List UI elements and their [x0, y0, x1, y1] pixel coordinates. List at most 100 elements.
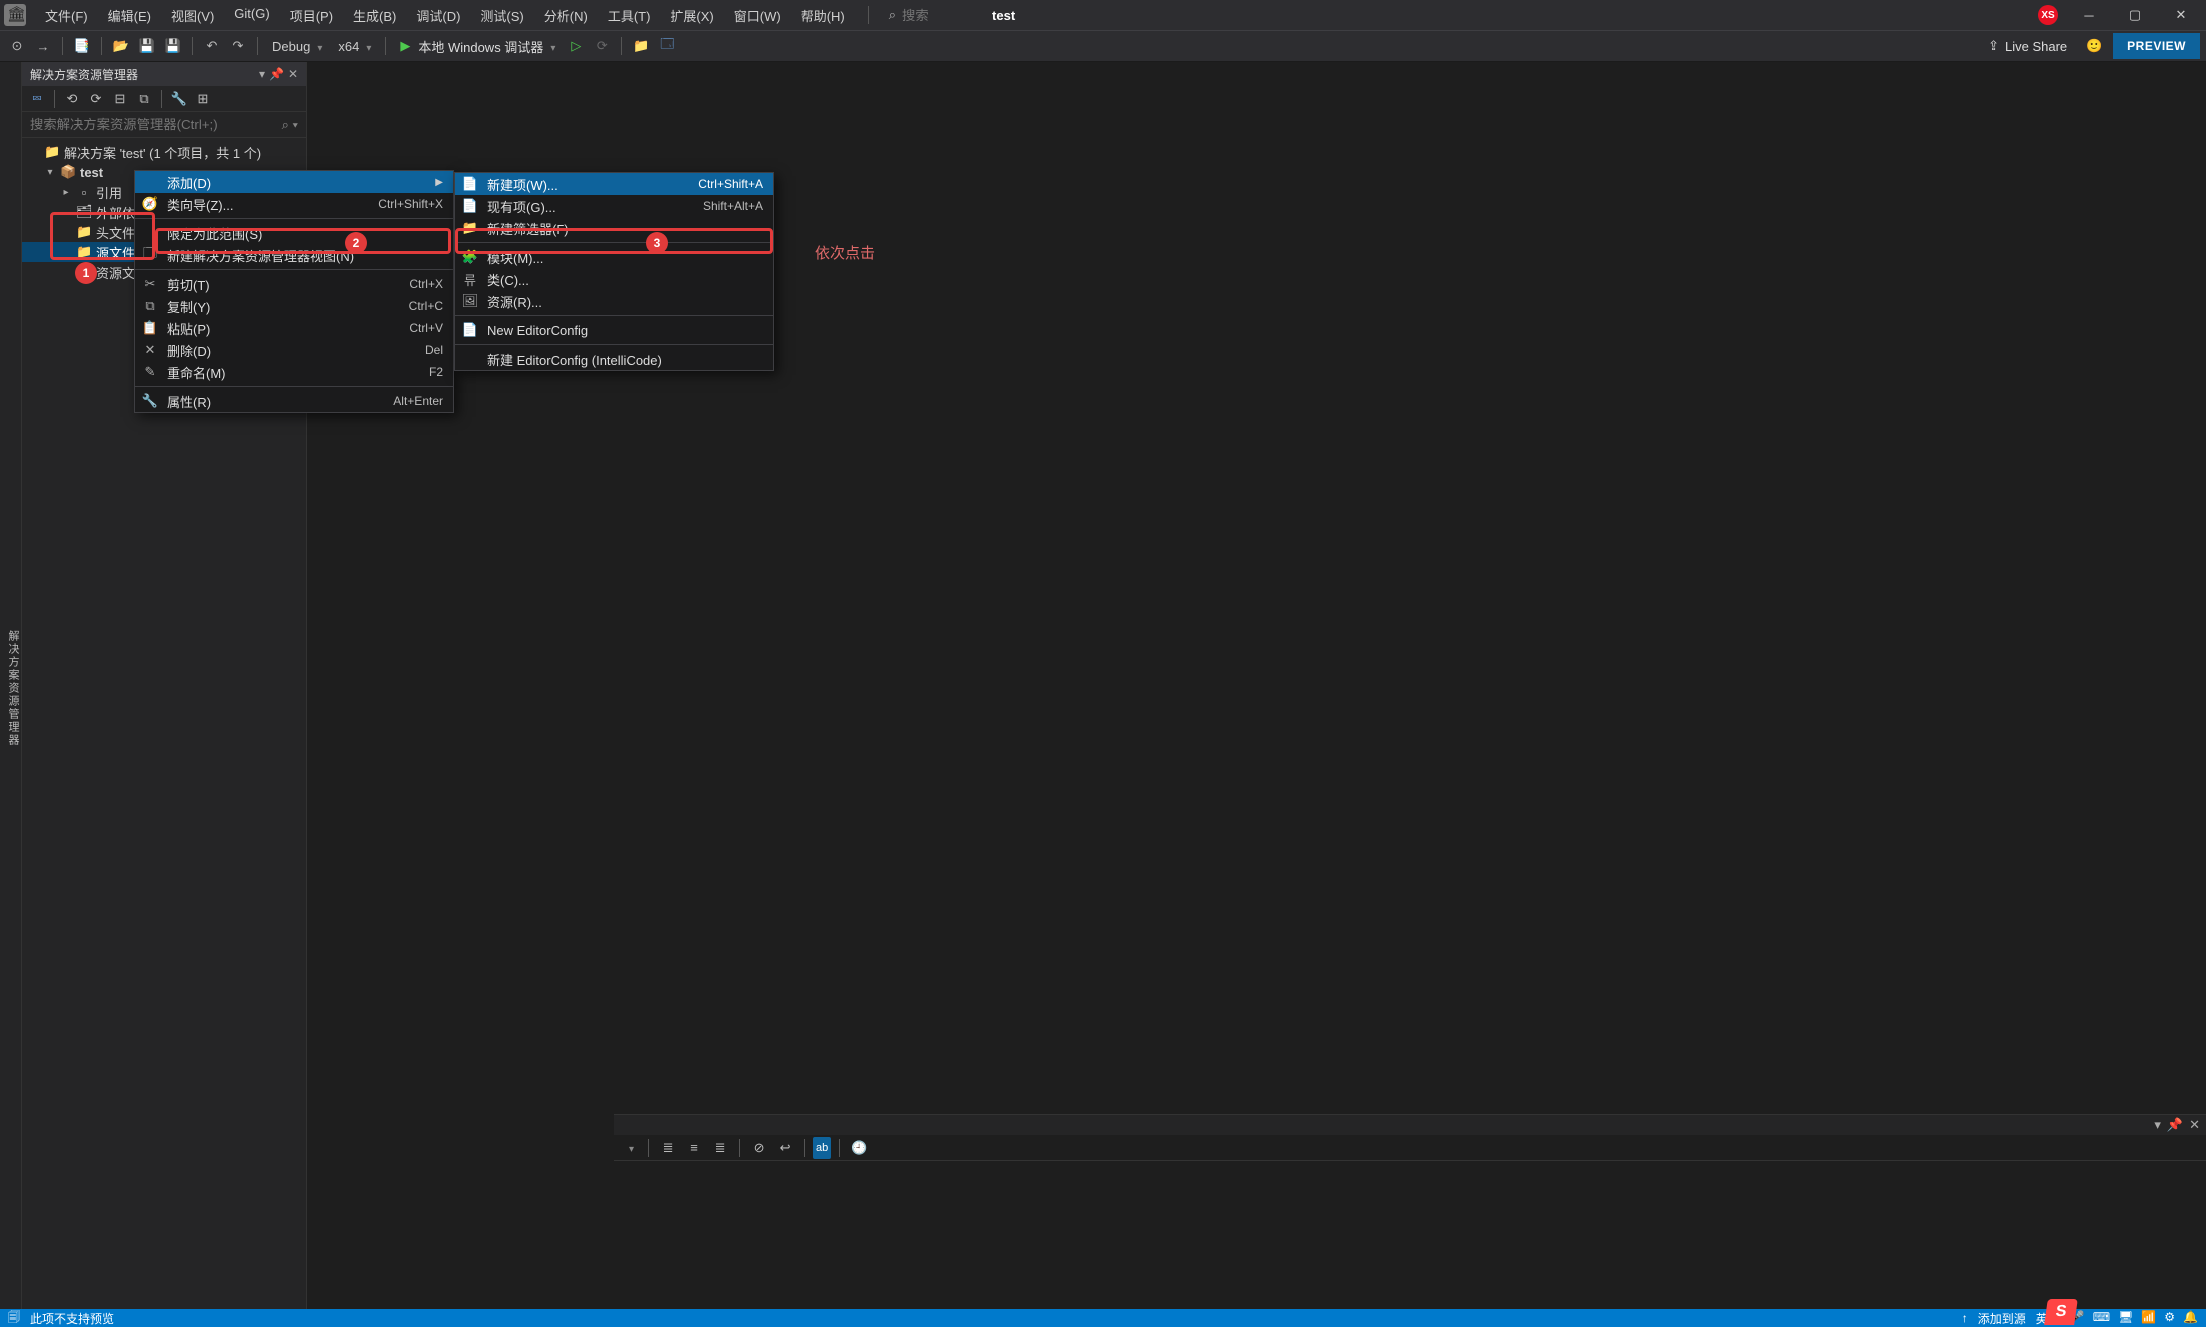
menu-项目(P)[interactable]: 项目(P) — [281, 2, 342, 29]
output-btn-1[interactable]: ≣ — [657, 1137, 679, 1159]
preview-toggle-button[interactable]: ⊞ — [192, 88, 214, 110]
panel-close-icon[interactable]: ✕ — [2189, 1117, 2200, 1133]
ctx-new-filter[interactable]: 📁新建筛选器(F) — [455, 217, 773, 239]
menu-文件(F)[interactable]: 文件(F) — [36, 2, 97, 29]
sidebar-tab[interactable]: 解决方案资源管理器 — [0, 62, 22, 1309]
menu-item-label: 类向导(Z)... — [167, 195, 346, 214]
ctx-class-wizard[interactable]: 🧭类向导(Z)...Ctrl+Shift+X — [135, 193, 453, 215]
collapse-button[interactable]: ⊟ — [109, 88, 131, 110]
ctx-existing-item[interactable]: 📄现有项(G)...Shift+Alt+A — [455, 195, 773, 217]
panel-dropdown-icon[interactable]: ▾ — [2154, 1117, 2161, 1133]
menu-调试(D)[interactable]: 调试(D) — [407, 2, 469, 29]
output-wrap-button[interactable]: ↩ — [774, 1137, 796, 1159]
menu-分析(N)[interactable]: 分析(N) — [535, 2, 597, 29]
ctx-scope[interactable]: 限定为此范围(S) — [135, 222, 453, 244]
menu-测试(S)[interactable]: 测试(S) — [471, 2, 532, 29]
start-debug-button[interactable]: ▶ 本地 Windows 调试器 — [394, 35, 561, 58]
ctx-add[interactable]: 添加(D)▶ — [135, 171, 453, 193]
share-icon: ⇪ — [1988, 38, 1999, 54]
live-share-button[interactable]: ⇪ Live Share — [1980, 34, 2075, 58]
tray-icon[interactable]: 🔔 — [2183, 1310, 2198, 1327]
toggle-panel-button[interactable]: 🗔 — [656, 35, 678, 57]
nav-fwd-button[interactable]: → — [32, 35, 54, 57]
refresh-button[interactable]: ⟳ — [85, 88, 107, 110]
tree-label: 源文件 — [96, 243, 135, 262]
tray-icon[interactable]: 🖥 — [2118, 1310, 2133, 1327]
properties-button[interactable]: 🔧 — [168, 88, 190, 110]
save-button[interactable]: 💾 — [136, 35, 158, 57]
ctx-copy[interactable]: ⧉复制(Y)Ctrl+C — [135, 295, 453, 317]
ctx-new-editorconfig[interactable]: 📄New EditorConfig — [455, 319, 773, 341]
menu-帮助(H)[interactable]: 帮助(H) — [792, 2, 854, 29]
output-clock-button[interactable]: 🕘 — [848, 1137, 870, 1159]
panel-search-input[interactable] — [30, 117, 282, 132]
source-control-up-icon[interactable]: ↑ — [1962, 1311, 1968, 1325]
solution-node[interactable]: 📁解决方案 'test' (1 个项目，共 1 个) — [22, 142, 306, 162]
ctx-delete[interactable]: ✕删除(D)Del — [135, 339, 453, 361]
nav-back-button[interactable]: ⊙ — [6, 35, 28, 57]
menu-视图(V)[interactable]: 视图(V) — [162, 2, 223, 29]
ctx-properties[interactable]: 🔧属性(R)Alt+Enter — [135, 390, 453, 412]
folder-icon: 📁 — [76, 244, 92, 260]
output-clear-button[interactable]: ⊘ — [748, 1137, 770, 1159]
tray-icon[interactable]: 📶 — [2141, 1310, 2156, 1327]
tray-icon[interactable]: ⌨ — [2093, 1310, 2110, 1327]
output-source-dropdown[interactable] — [620, 1138, 640, 1157]
separator — [868, 6, 869, 24]
menu-item-label: 类(C)... — [487, 270, 763, 289]
menu-item-icon: ✕ — [141, 342, 159, 358]
platform-dropdown[interactable]: x64 — [332, 37, 377, 56]
panel-pin-icon[interactable]: 📌 — [2167, 1117, 2183, 1133]
menu-item-icon: 류 — [461, 270, 479, 289]
preview-button[interactable]: PREVIEW — [2113, 33, 2200, 59]
minimize-button[interactable]: ─ — [2074, 3, 2104, 27]
sync-button[interactable]: ⟲ — [61, 88, 83, 110]
ctx-class[interactable]: 류 类(C)... — [455, 268, 773, 290]
menu-扩展(X)[interactable]: 扩展(X) — [661, 2, 722, 29]
new-project-button[interactable]: 📑 — [71, 35, 93, 57]
ctx-module[interactable]: 🧩模块(M)... — [455, 246, 773, 268]
menu-item-label: 新建解决方案资源管理器视图(N) — [167, 246, 443, 265]
config-dropdown[interactable]: Debug — [266, 37, 328, 56]
expand-icon[interactable]: ▸ — [60, 187, 72, 198]
menu-窗口(W)[interactable]: 窗口(W) — [725, 2, 790, 29]
menu-工具(T)[interactable]: 工具(T) — [599, 2, 660, 29]
panel-pin-icon[interactable]: 📌 — [269, 67, 284, 81]
ctx-editorconfig-intellicode[interactable]: 新建 EditorConfig (IntelliCode) — [455, 348, 773, 370]
start-without-debug-button[interactable]: ▷ — [565, 35, 587, 57]
menu-Git(G)[interactable]: Git(G) — [225, 2, 278, 29]
ctx-new-view[interactable]: 🗔新建解决方案资源管理器视图(N) — [135, 244, 453, 266]
ctx-new-item[interactable]: 📄新建项(W)...Ctrl+Shift+A — [455, 173, 773, 195]
home-button[interactable]: ⮹ — [26, 88, 48, 110]
folder-browse-button[interactable]: 📁 — [630, 35, 652, 57]
debug-target-button[interactable]: ⟳ — [591, 35, 613, 57]
menu-编辑(E)[interactable]: 编辑(E) — [99, 2, 160, 29]
close-button[interactable]: ✕ — [2166, 3, 2196, 27]
save-all-button[interactable]: 💾 — [162, 35, 184, 57]
undo-button[interactable]: ↶ — [201, 35, 223, 57]
maximize-button[interactable]: ▢ — [2120, 3, 2150, 27]
panel-dropdown-icon[interactable]: ▾ — [259, 67, 265, 81]
ctx-paste[interactable]: 📋粘贴(P)Ctrl+V — [135, 317, 453, 339]
menu-item-icon: 📄 — [461, 176, 479, 192]
ctx-rename[interactable]: ✎重命名(M)F2 — [135, 361, 453, 383]
user-avatar[interactable]: XS — [2038, 5, 2058, 25]
title-search-input[interactable] — [902, 8, 972, 23]
title-search[interactable]: ⌕ — [889, 7, 972, 23]
panel-search[interactable]: ⌕ ▾ — [22, 112, 306, 138]
feedback-button[interactable]: 🙂 — [2083, 35, 2105, 57]
menu-生成(B)[interactable]: 生成(B) — [344, 2, 405, 29]
ctx-resource[interactable]: 🖼资源(R)... — [455, 290, 773, 312]
output-btn-2[interactable]: ≡ — [683, 1137, 705, 1159]
tray-icon[interactable]: ⚙ — [2164, 1310, 2175, 1327]
source-control-text[interactable]: 添加到源 — [1978, 1310, 2026, 1327]
open-button[interactable]: 📂 — [110, 35, 132, 57]
panel-close-icon[interactable]: ✕ — [288, 67, 298, 81]
show-all-button[interactable]: ⧉ — [133, 88, 155, 110]
ime-indicator[interactable]: S — [2044, 1299, 2078, 1325]
output-code-button[interactable]: ab — [813, 1137, 831, 1159]
output-btn-3[interactable]: ≣ — [709, 1137, 731, 1159]
expand-icon[interactable]: ▾ — [44, 167, 56, 178]
redo-button[interactable]: ↷ — [227, 35, 249, 57]
ctx-cut[interactable]: ✂剪切(T)Ctrl+X — [135, 273, 453, 295]
